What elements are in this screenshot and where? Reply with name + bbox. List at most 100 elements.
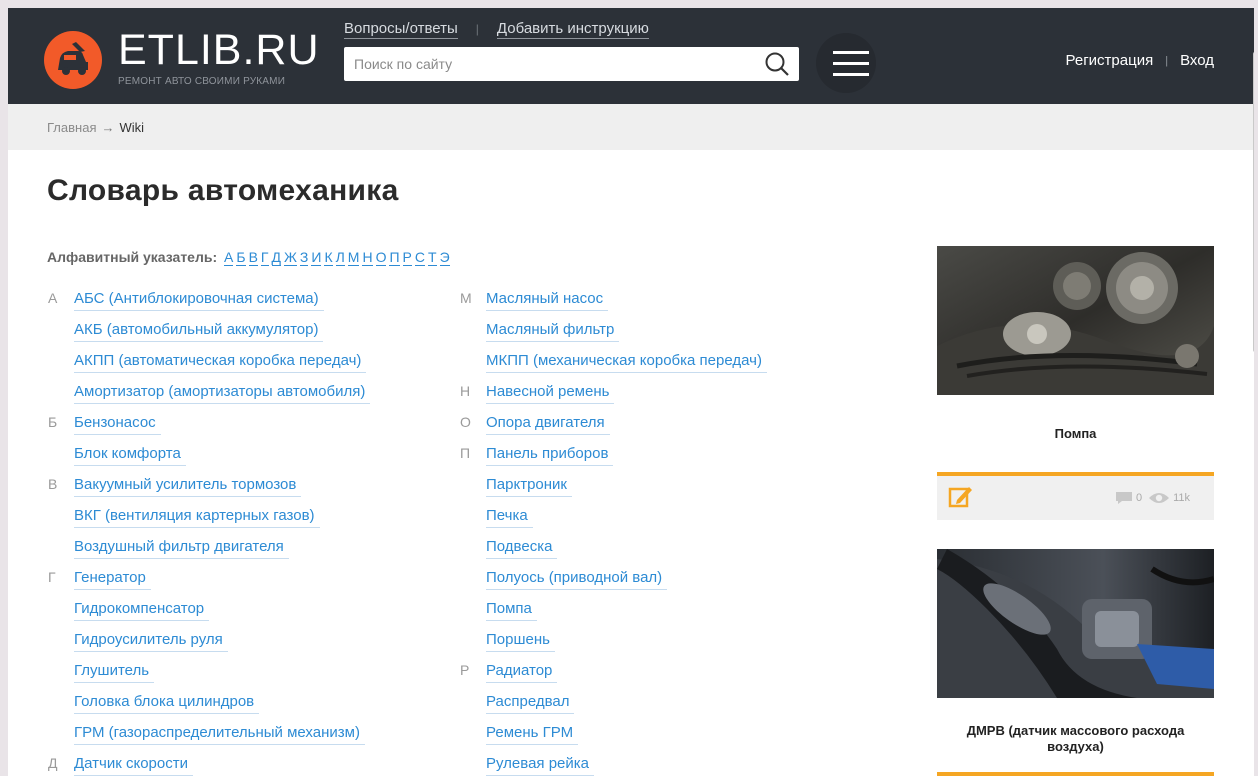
alphabet-letter-link[interactable]: В xyxy=(248,249,258,266)
term-link[interactable]: Парктроник xyxy=(486,476,572,497)
alphabet-letter-link[interactable]: Ж xyxy=(283,249,297,266)
add-manual-link[interactable]: Добавить инструкцию xyxy=(496,20,649,39)
alphabet-letter-link[interactable]: Н xyxy=(362,249,373,266)
term-link[interactable]: АКПП (автоматическая коробка передач) xyxy=(74,352,367,373)
article-card-maf-sensor[interactable]: ДМРВ (датчик массового расхода воздуха) xyxy=(937,549,1214,755)
header-links: Вопросы/ответы | Добавить инструкцию xyxy=(344,18,649,40)
term-link[interactable]: ГРМ (газораспределительный механизм) xyxy=(74,724,365,745)
term-link[interactable]: Гидроусилитель руля xyxy=(74,631,228,652)
search-button[interactable] xyxy=(763,51,791,77)
breadcrumb: Главная → Wiki xyxy=(8,104,1254,150)
term-letter: Д xyxy=(48,755,58,771)
term-link[interactable]: Опора двигателя xyxy=(486,414,610,435)
term-link[interactable]: Воздушный фильтр двигателя xyxy=(74,538,289,559)
comment-count: 0 xyxy=(1135,492,1143,504)
term-link[interactable]: Гидрокомпенсатор xyxy=(74,600,210,621)
term-link[interactable]: ВКГ (вентиляция картерных газов) xyxy=(74,507,320,528)
eye-icon xyxy=(1149,493,1170,503)
air-flow-sensor-photo[interactable] xyxy=(937,549,1214,698)
term-link[interactable]: Вакуумный усилитель тормозов xyxy=(74,476,302,497)
card-stats: 0 11k xyxy=(1115,491,1196,505)
alphabet-letter-link[interactable]: Э xyxy=(439,249,450,266)
edit-icon[interactable] xyxy=(947,484,973,510)
term-link[interactable]: Ремень ГРМ xyxy=(486,724,579,745)
auth-separator: | xyxy=(1165,54,1169,67)
hamburger-icon xyxy=(833,51,869,54)
term-letter: О xyxy=(460,414,471,430)
card-stats-bar xyxy=(937,772,1214,776)
alphabet-letter-link[interactable]: Р xyxy=(402,249,412,266)
term-letter: В xyxy=(48,476,58,492)
term-link[interactable]: МКПП (механическая коробка передач) xyxy=(486,352,767,373)
logo-text: ETLIB.RU xyxy=(118,26,320,74)
term-letter: Н xyxy=(460,383,471,399)
view-count: 11k xyxy=(1173,492,1190,504)
alphabet-letter-link[interactable]: А xyxy=(224,249,234,266)
term-link[interactable]: АБС (Антиблокировочная система) xyxy=(74,290,324,311)
term-link[interactable]: Печка xyxy=(486,507,533,528)
term-letter: А xyxy=(48,290,58,306)
register-link[interactable]: Регистрация xyxy=(1066,52,1154,69)
water-pump-photo[interactable] xyxy=(937,246,1214,395)
menu-button[interactable] xyxy=(816,33,876,93)
alphabet-letter-link[interactable]: П xyxy=(389,249,400,266)
card-title[interactable]: Помпа xyxy=(937,426,1214,442)
term-letter: Р xyxy=(460,662,470,678)
term-letter: П xyxy=(460,445,471,461)
site-header: ETLIB.RU РЕМОНТ АВТО СВОИМИ РУКАМИ Вопро… xyxy=(8,8,1254,104)
qa-link[interactable]: Вопросы/ответы xyxy=(344,20,458,39)
alphabet-letter-link[interactable]: Г xyxy=(260,249,269,266)
term-link[interactable]: Панель приборов xyxy=(486,445,614,466)
alphabet-letter-link[interactable]: З xyxy=(299,249,309,266)
term-link[interactable]: Масляный насос xyxy=(486,290,609,311)
term-link[interactable]: АКБ (автомобильный аккумулятор) xyxy=(74,321,324,342)
comment-icon xyxy=(1115,492,1132,504)
term-link[interactable]: Головка блока цилиндров xyxy=(74,693,260,714)
alphabet-letter-link[interactable]: С xyxy=(414,249,426,266)
card-stats-bar: 0 11k xyxy=(937,472,1214,520)
alphabet-letter-link[interactable]: К xyxy=(324,249,333,266)
car-mechanic-logo-icon xyxy=(44,31,102,89)
page: ETLIB.RU РЕМОНТ АВТО СВОИМИ РУКАМИ Вопро… xyxy=(8,8,1254,776)
auth-links: Регистрация | Вход xyxy=(1066,52,1214,69)
term-link[interactable]: Масляный фильтр xyxy=(486,321,620,342)
term-link[interactable]: Блок комфорта xyxy=(74,445,186,466)
alphabet-letter-link[interactable]: Л xyxy=(335,249,345,266)
alphabet-index: Алфавитный указатель: АБВГДЖЗИКЛМНОПРСТЭ xyxy=(47,249,450,266)
term-link[interactable]: Полуось (приводной вал) xyxy=(486,569,668,590)
article-card-pump[interactable]: Помпа xyxy=(937,246,1214,442)
term-link[interactable]: Помпа xyxy=(486,600,537,621)
term-link[interactable]: Навесной ремень xyxy=(486,383,615,404)
breadcrumb-home[interactable]: Главная xyxy=(47,120,96,135)
term-letter: Г xyxy=(48,569,56,585)
site-logo[interactable]: ETLIB.RU РЕМОНТ АВТО СВОИМИ РУКАМИ xyxy=(44,25,319,89)
term-link[interactable]: Амортизатор (амортизаторы автомобиля) xyxy=(74,383,371,404)
breadcrumb-arrow: → xyxy=(101,119,115,135)
term-link[interactable]: Подвеска xyxy=(486,538,558,559)
scrollbar[interactable] xyxy=(1253,52,1254,352)
term-link[interactable]: Рулевая рейка xyxy=(486,755,595,776)
term-link[interactable]: Распредвал xyxy=(486,693,575,714)
term-link[interactable]: Датчик скорости xyxy=(74,755,193,776)
alphabet-index-label: Алфавитный указатель: xyxy=(47,249,218,265)
search-input[interactable] xyxy=(344,47,744,81)
term-link[interactable]: Глушитель xyxy=(74,662,155,683)
link-separator: | xyxy=(475,22,479,36)
term-link[interactable]: Поршень xyxy=(486,631,555,652)
card-title[interactable]: ДМРВ (датчик массового расхода воздуха) xyxy=(937,723,1214,755)
term-link[interactable]: Генератор xyxy=(74,569,151,590)
alphabet-letter-link[interactable]: Б xyxy=(236,249,246,266)
alphabet-letter-link[interactable]: Т xyxy=(428,249,437,266)
alphabet-letter-link[interactable]: О xyxy=(375,249,387,266)
breadcrumb-current: Wiki xyxy=(119,119,145,135)
login-link[interactable]: Вход xyxy=(1180,52,1214,69)
alphabet-letter-link[interactable]: М xyxy=(347,249,360,266)
term-link[interactable]: Бензонасос xyxy=(74,414,161,435)
alphabet-letter-link[interactable]: Д xyxy=(271,249,281,266)
search-icon xyxy=(765,52,789,76)
alphabet-letter-link[interactable]: И xyxy=(311,249,322,266)
search-box xyxy=(344,47,799,81)
term-letter: М xyxy=(460,290,472,306)
page-title: Словарь автомеханика xyxy=(47,174,399,207)
term-link[interactable]: Радиатор xyxy=(486,662,558,683)
